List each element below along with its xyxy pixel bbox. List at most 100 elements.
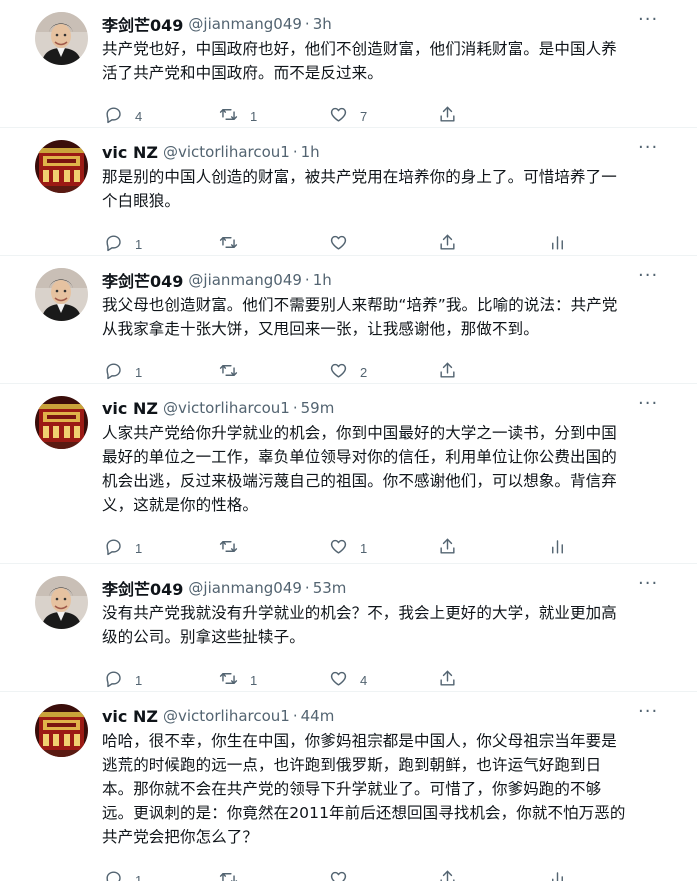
timestamp[interactable]: 3h	[313, 15, 332, 33]
like-button[interactable]: 4	[329, 669, 367, 692]
tweet-feed: 李剑芒049 @jianmang049 · 3h ··· 共产党也好，中国政府也好，他们不…	[0, 0, 697, 881]
tweet-text-line: 义，这就是你的性格。	[102, 496, 259, 514]
retweet-icon	[219, 537, 238, 560]
avatar[interactable]	[35, 704, 88, 757]
retweet-button[interactable]	[219, 361, 250, 384]
more-options-icon[interactable]: ···	[638, 139, 658, 162]
like-button[interactable]: 1	[329, 537, 367, 560]
tweet-text-line: 从我家拿走十张大饼，又甩回来一张，让我感谢他，那做不到。	[102, 320, 539, 338]
timestamp[interactable]: 1h	[301, 143, 320, 161]
author-name[interactable]: vic NZ	[102, 143, 158, 162]
tweet-text-line: 逃荒的时候跑的远一点，也许跑到俄罗斯，跑到朝鲜，也许运气好跑到日	[102, 756, 602, 774]
share-button[interactable]	[438, 233, 457, 256]
more-options-icon[interactable]: ···	[638, 575, 658, 598]
reply-button[interactable]: 4	[104, 105, 142, 128]
author-name[interactable]: 李剑芒049	[102, 576, 183, 600]
retweet-button[interactable]: 1	[219, 669, 257, 692]
separator-dot: ·	[304, 271, 310, 289]
tweet-text-line: 共产党也好，中国政府也好，他们不创造财富，他们消耗财富。是中国人养	[102, 40, 617, 58]
reply-count: 1	[135, 673, 143, 688]
tweet-text-line: 级的公司。别拿这些扯犊子。	[102, 628, 305, 646]
tweet-text-line: 机会出逃，反过来极端污蔑自己的祖国。你不感谢他们，可以想象。背信弃	[102, 472, 617, 490]
reply-button[interactable]: 1	[104, 537, 142, 560]
author-handle[interactable]: @victorliharcou1	[163, 399, 290, 417]
avatar[interactable]	[35, 396, 88, 449]
like-count: 2	[360, 365, 368, 380]
like-icon	[329, 233, 348, 256]
share-button[interactable]	[438, 361, 457, 384]
author-name[interactable]: vic NZ	[102, 707, 158, 726]
author-handle[interactable]: @jianmang049	[188, 579, 302, 597]
timestamp[interactable]: 59m	[301, 399, 335, 417]
retweet-button[interactable]: 1	[219, 105, 257, 128]
timestamp[interactable]: 44m	[301, 707, 335, 725]
timestamp[interactable]: 1h	[313, 271, 332, 289]
more-options-icon[interactable]: ···	[638, 11, 658, 34]
author-handle[interactable]: @victorliharcou1	[163, 707, 290, 725]
author-name[interactable]: 李剑芒049	[102, 268, 183, 292]
tweet-text-line: 哈哈，很不幸，你生在中国，你爹妈祖宗都是中国人，你父母祖宗当年要是	[102, 732, 617, 750]
retweet-icon	[219, 869, 238, 881]
tweet-header: vic NZ @victorliharcou1 · 1h	[102, 140, 320, 164]
timestamp[interactable]: 53m	[313, 579, 347, 597]
like-button[interactable]	[329, 869, 360, 881]
author-handle[interactable]: @victorliharcou1	[163, 143, 290, 161]
retweet-button[interactable]	[219, 233, 250, 256]
more-options-icon[interactable]: ···	[638, 395, 658, 418]
reply-button[interactable]: 1	[104, 361, 142, 384]
tweet[interactable]: 李剑芒049 @jianmang049 · 3h ··· 共产党也好，中国政府也好，他们不…	[0, 0, 697, 128]
author-name[interactable]: vic NZ	[102, 399, 158, 418]
like-icon	[329, 537, 348, 560]
tweet[interactable]: vic NZ @victorliharcou1 · 44m ··· 哈哈，很不幸，你生在中…	[0, 692, 697, 881]
retweet-count: 1	[250, 673, 258, 688]
retweet-button[interactable]	[219, 537, 250, 560]
reply-button[interactable]: 1	[104, 869, 142, 881]
tweet-text-line: 最好的单位之一工作，辜负单位领导对你的信任，利用单位让你公费出国的	[102, 448, 617, 466]
share-button[interactable]	[438, 537, 457, 560]
share-button[interactable]	[438, 869, 457, 881]
reply-button[interactable]: 1	[104, 233, 142, 256]
share-icon	[438, 669, 457, 692]
analytics-button[interactable]	[548, 537, 567, 560]
retweet-icon	[219, 233, 238, 256]
reply-button[interactable]: 1	[104, 669, 142, 692]
tweet[interactable]: 李剑芒049 @jianmang049 · 1h ··· 我父母也创造财富。他们不需要别人…	[0, 256, 697, 384]
reply-icon	[104, 669, 123, 692]
retweet-count: 1	[250, 109, 258, 124]
avatar[interactable]	[35, 268, 88, 321]
share-button[interactable]	[438, 105, 457, 128]
like-icon	[329, 869, 348, 881]
tweet[interactable]: 李剑芒049 @jianmang049 · 53m ··· 没有共产党我就没有升学就业的机…	[0, 564, 697, 692]
author-handle[interactable]: @jianmang049	[188, 15, 302, 33]
tweet[interactable]: vic NZ @victorliharcou1 · 1h ··· 那是别的中国人创造的财富…	[0, 128, 697, 256]
more-options-icon[interactable]: ···	[638, 267, 658, 290]
retweet-button[interactable]	[219, 869, 250, 881]
avatar[interactable]	[35, 576, 88, 629]
tweet-text: 那是别的中国人创造的财富，被共产党用在培养你的身上了。可惜培养了一 个白眼狼。	[102, 165, 662, 213]
share-icon	[438, 869, 457, 881]
analytics-button[interactable]	[548, 233, 567, 256]
avatar[interactable]	[35, 140, 88, 193]
like-button[interactable]: 7	[329, 105, 367, 128]
analytics-button[interactable]	[548, 869, 567, 881]
like-icon	[329, 361, 348, 384]
reply-icon	[104, 869, 123, 881]
separator-dot: ·	[292, 399, 298, 417]
separator-dot: ·	[292, 707, 298, 725]
red-building-avatar-image	[35, 396, 88, 449]
like-icon	[329, 105, 348, 128]
portrait-avatar-image	[35, 12, 88, 65]
tweet-text-line: 本。那你就不会在共产党的领导下升学就业了。可惜了，你爹妈跑的不够	[102, 780, 602, 798]
reply-count: 4	[135, 109, 143, 124]
share-button[interactable]	[438, 669, 457, 692]
like-button[interactable]	[329, 233, 360, 256]
tweet-text: 没有共产党我就没有升学就业的机会？不，我会上更好的大学，就业更加高 级的公司。别拿…	[102, 601, 662, 649]
separator-dot: ·	[304, 15, 310, 33]
author-handle[interactable]: @jianmang049	[188, 271, 302, 289]
more-options-icon[interactable]: ···	[638, 703, 658, 726]
like-button[interactable]: 2	[329, 361, 367, 384]
tweet[interactable]: vic NZ @victorliharcou1 · 59m ··· 人家共产党给你升学就业…	[0, 384, 697, 564]
avatar[interactable]	[35, 12, 88, 65]
retweet-icon	[219, 105, 238, 128]
author-name[interactable]: 李剑芒049	[102, 12, 183, 36]
